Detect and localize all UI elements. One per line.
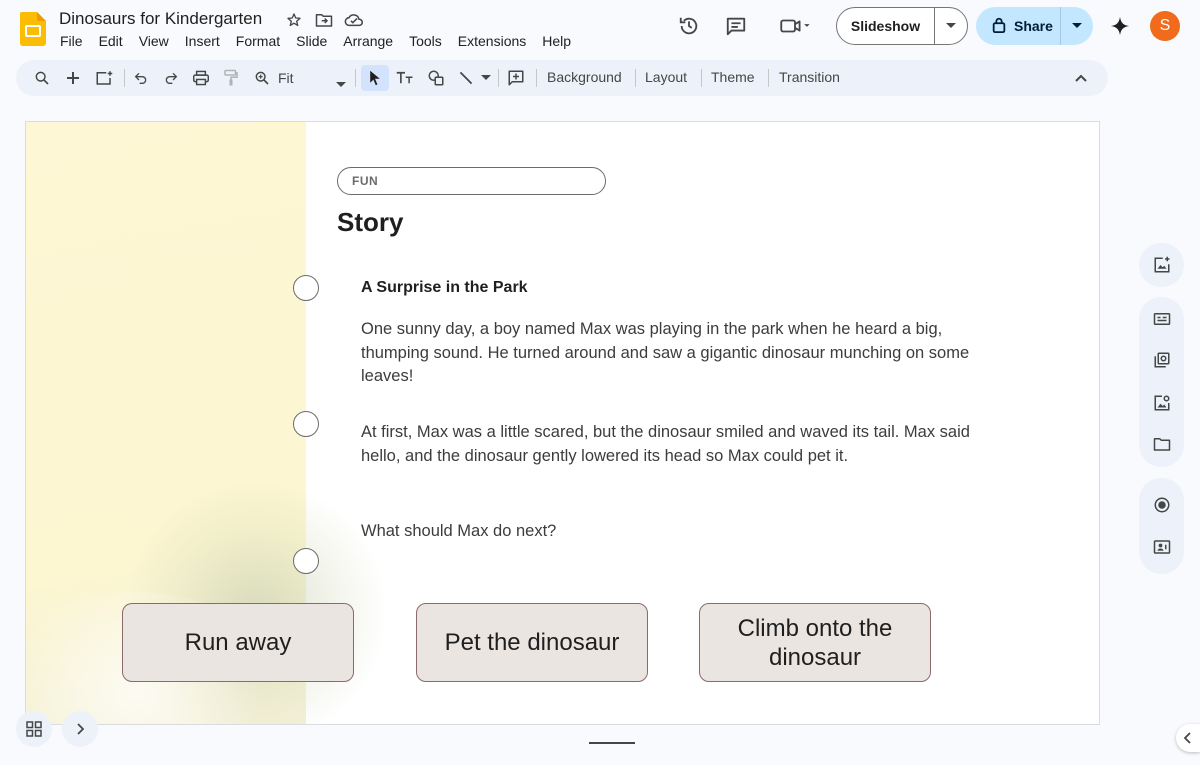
story-title[interactable]: A Surprise in the Park (361, 279, 528, 297)
speaker-notes-drag-handle[interactable] (589, 742, 635, 744)
present-to-meet-icon[interactable] (1150, 535, 1174, 559)
share-button[interactable]: Share (976, 7, 1061, 45)
story-paragraph[interactable]: One sunny day, a boy named Max was playi… (361, 318, 971, 389)
theme-button[interactable]: Theme (711, 69, 755, 85)
comments-icon[interactable] (716, 6, 756, 46)
star-icon[interactable] (283, 10, 305, 30)
photos-icon[interactable] (1150, 391, 1174, 415)
line-options-chevron-down-icon[interactable] (480, 66, 492, 90)
zoom-select[interactable]: Fit (278, 66, 348, 90)
lock-icon (992, 17, 1006, 36)
account-avatar[interactable]: S (1150, 11, 1180, 41)
search-menus-icon[interactable] (30, 66, 54, 90)
layout-button[interactable]: Layout (645, 69, 687, 85)
redo-icon[interactable] (159, 66, 183, 90)
timeline-dot[interactable] (293, 275, 319, 301)
drive-folder-icon[interactable] (1150, 432, 1174, 456)
menu-edit[interactable]: Edit (91, 32, 131, 50)
new-slide-with-layout-icon[interactable] (92, 66, 116, 90)
menu-arrange[interactable]: Arrange (335, 32, 401, 50)
share-options-chevron-down-icon[interactable] (1061, 7, 1093, 45)
line-icon[interactable] (454, 66, 478, 90)
choice-button-climb-dinosaur[interactable]: Climb onto the dinosaur (699, 603, 931, 682)
cloud-saved-icon[interactable] (343, 10, 365, 30)
slide-canvas[interactable]: FUN Story A Surprise in the Park One sun… (25, 121, 1100, 725)
menu-extensions[interactable]: Extensions (450, 32, 534, 50)
collapse-toolbar-chevron-up-icon[interactable] (1069, 66, 1093, 90)
paint-format-icon[interactable] (219, 66, 243, 90)
zoom-value: Fit (278, 70, 294, 86)
meet-video-icon[interactable] (770, 6, 820, 46)
shape-icon[interactable] (424, 66, 448, 90)
side-panel-group (1139, 297, 1184, 467)
choice-button-run-away[interactable]: Run away (122, 603, 354, 682)
background-button[interactable]: Background (547, 69, 622, 85)
menu-file[interactable]: File (52, 32, 91, 50)
add-comment-icon[interactable] (504, 66, 528, 90)
print-icon[interactable] (189, 66, 213, 90)
menu-tools[interactable]: Tools (401, 32, 450, 50)
undo-icon[interactable] (129, 66, 153, 90)
side-panel-group (1139, 478, 1184, 574)
category-tag[interactable]: FUN (337, 167, 606, 195)
slideshow-button[interactable]: Slideshow (837, 8, 935, 44)
show-filmstrip-chevron-right-icon[interactable] (62, 711, 98, 747)
keep-notes-icon[interactable] (1150, 307, 1174, 331)
share-button-group: Share (976, 7, 1093, 45)
version-history-icon[interactable] (669, 6, 709, 46)
menu-insert[interactable]: Insert (177, 32, 228, 50)
move-to-folder-icon[interactable] (313, 10, 335, 30)
select-cursor-icon[interactable] (363, 66, 387, 90)
new-slide-plus-icon[interactable] (61, 66, 85, 90)
choice-button-pet-dinosaur[interactable]: Pet the dinosaur (416, 603, 648, 682)
share-label: Share (1014, 18, 1053, 34)
slides-logo-icon[interactable] (20, 12, 46, 46)
record-icon[interactable] (1150, 493, 1174, 517)
zoom-chevron-down-icon (336, 75, 346, 91)
story-paragraph[interactable]: At first, Max was a little scared, but t… (361, 421, 971, 468)
menu-slide[interactable]: Slide (288, 32, 335, 50)
slide-heading[interactable]: Story (337, 207, 403, 238)
grid-view-icon[interactable] (16, 711, 52, 747)
document-title[interactable]: Dinosaurs for Kindergarten (59, 9, 262, 29)
slides-library-icon[interactable] (1150, 348, 1174, 372)
slideshow-options-chevron-down-icon[interactable] (935, 8, 967, 44)
side-panel-group (1139, 243, 1184, 287)
transition-button[interactable]: Transition (779, 69, 840, 85)
slideshow-button-group: Slideshow (836, 7, 968, 45)
hide-side-panel-chevron-left-icon[interactable] (1176, 724, 1200, 752)
menu-bar: File Edit View Insert Format Slide Arran… (52, 32, 579, 50)
zoom-icon[interactable] (250, 66, 274, 90)
text-box-icon[interactable] (393, 66, 417, 90)
toolbar: Fit Background Layout Theme Transition (16, 60, 1108, 96)
menu-view[interactable]: View (131, 32, 177, 50)
menu-help[interactable]: Help (534, 32, 579, 50)
menu-format[interactable]: Format (228, 32, 288, 50)
timeline-dot[interactable] (293, 411, 319, 437)
story-question[interactable]: What should Max do next? (361, 520, 971, 544)
gemini-sparkle-icon[interactable] (1106, 12, 1134, 40)
help-me-visualize-icon[interactable] (1150, 253, 1174, 277)
timeline-dot[interactable] (293, 548, 319, 574)
